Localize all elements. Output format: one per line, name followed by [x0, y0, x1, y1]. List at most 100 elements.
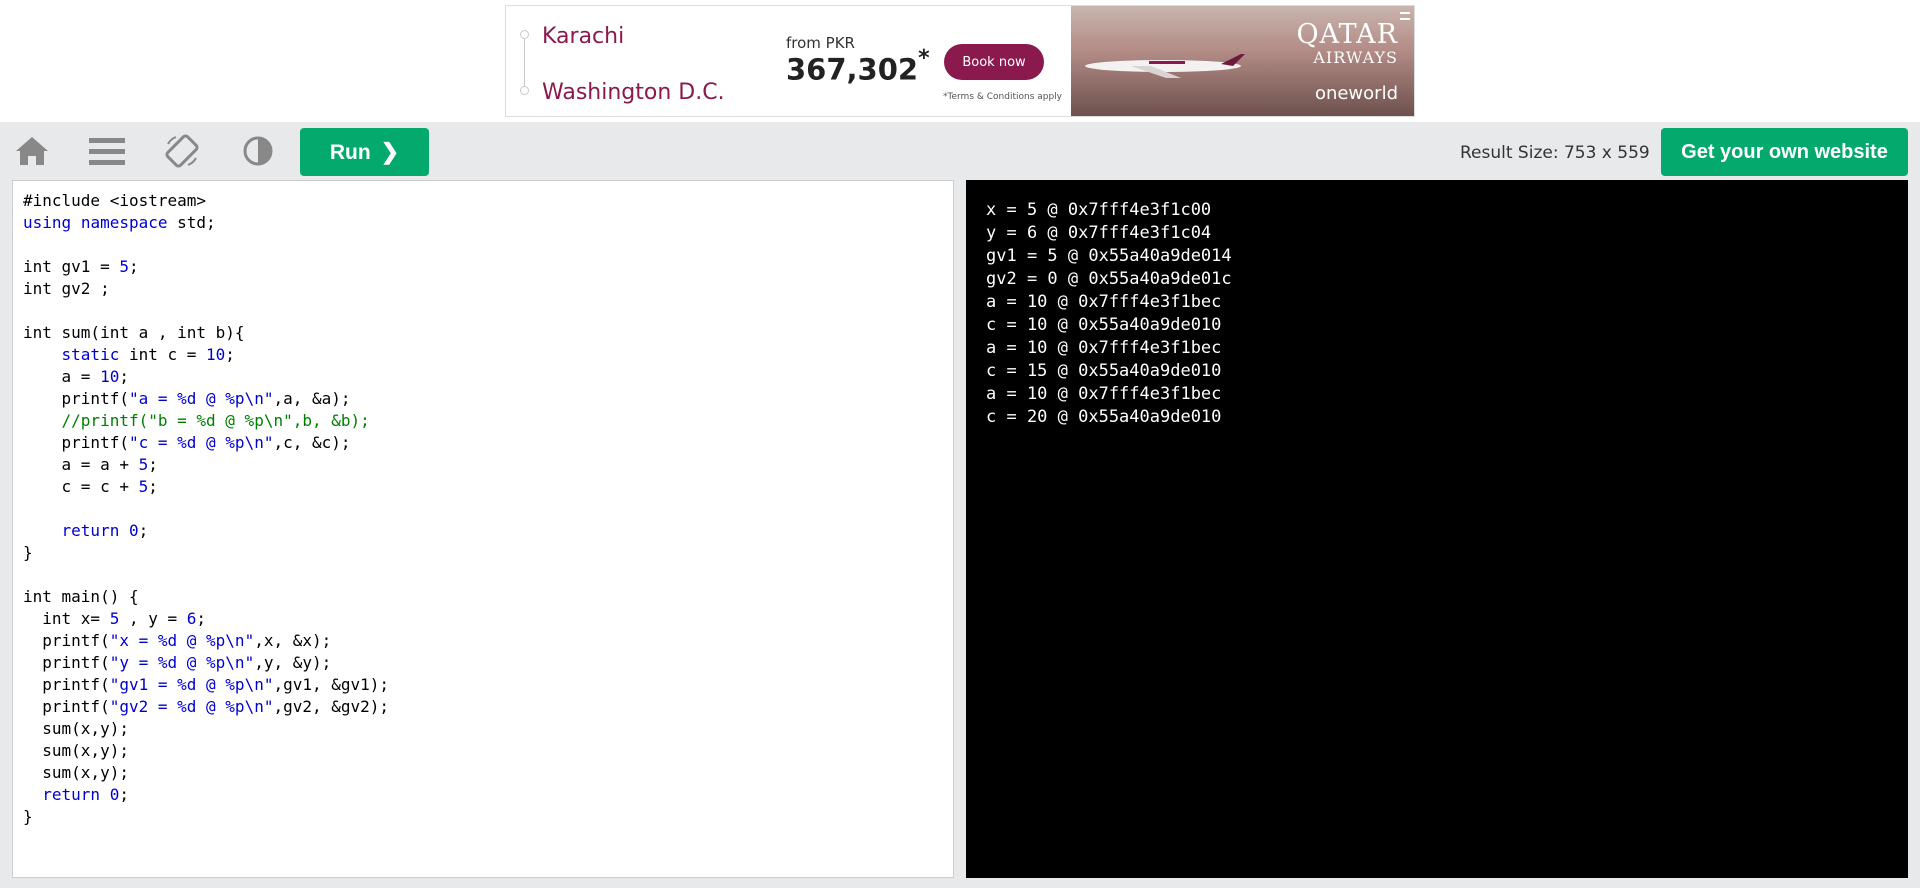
ad-destination: Washington D.C. — [542, 80, 725, 105]
ad-banner[interactable]: Karachi Washington D.C. from PKR 367,302… — [505, 5, 1415, 117]
code-token: ,y, &y); — [254, 653, 332, 672]
code-line: printf("y = %d @ %p\n",y, &y); — [23, 652, 943, 674]
code-token: ,gv1, &gv1); — [273, 675, 390, 694]
code-token: } — [23, 807, 33, 826]
code-token: return — [42, 785, 101, 804]
code-line: printf("gv2 = %d @ %p\n",gv2, &gv2); — [23, 696, 943, 718]
ad-route: Karachi Washington D.C. — [520, 16, 740, 106]
code-token: 0 — [109, 785, 120, 804]
ad-terms: *Terms & Conditions apply — [943, 92, 1063, 102]
code-token: printf( — [23, 631, 110, 650]
code-token: int x= — [23, 609, 110, 628]
code-token: a = — [23, 367, 101, 386]
code-line: ​ — [23, 498, 943, 520]
code-token: 0 — [128, 521, 139, 540]
code-token: int c = — [119, 345, 207, 364]
code-line: ​ — [23, 300, 943, 322]
code-line: a = 10; — [23, 366, 943, 388]
home-icon[interactable] — [14, 134, 50, 168]
get-website-button[interactable]: Get your own website — [1661, 128, 1908, 176]
code-line: ​ — [23, 564, 943, 586]
code-token: ,c, &c); — [273, 433, 351, 452]
code-token: } — [23, 543, 33, 562]
code-token: "gv2 = %d @ %p\n" — [109, 697, 274, 716]
code-token: ; — [196, 609, 207, 628]
output-line: a = 10 @ 0x7fff4e3f1bec — [986, 292, 1222, 312]
ad-image: QATAR AIRWAYS oneworld — [1071, 6, 1414, 116]
run-label: Run — [329, 141, 371, 164]
ad-book-button[interactable]: Book now — [944, 44, 1044, 80]
code-token: printf( — [23, 675, 110, 694]
output-line: gv2 = 0 @ 0x55a40a9de01c — [986, 269, 1232, 289]
output-line: a = 10 @ 0x7fff4e3f1bec — [986, 338, 1222, 358]
code-line: using namespace std; — [23, 212, 943, 234]
code-token: printf( — [23, 389, 129, 408]
main-area: #include <iostream> using namespace std; ​… — [0, 180, 1920, 888]
code-token: printf( — [23, 433, 129, 452]
code-token: return — [61, 521, 120, 540]
output-line: x = 5 @ 0x7fff4e3f1c00 — [986, 200, 1212, 220]
code-token: namespace — [80, 213, 168, 232]
code-line: int sum(int a , int b){ — [23, 322, 943, 344]
route-line — [524, 34, 525, 90]
code-token: 10 — [100, 367, 120, 386]
chevron-right-icon: ❯ — [380, 139, 400, 164]
code-text[interactable]: #include <iostream> using namespace std; ​… — [23, 190, 943, 828]
code-token: int main() { — [23, 587, 139, 606]
code-line: #include <iostream> — [23, 190, 943, 212]
code-token: std; — [167, 213, 216, 232]
code-token: ,gv2, &gv2); — [273, 697, 390, 716]
ad-price-value: 367,302 — [786, 52, 919, 87]
code-line: return 0; — [23, 520, 943, 542]
ad-alliance: oneworld — [1314, 83, 1398, 104]
code-token: using — [23, 213, 72, 232]
code-token: static — [61, 345, 120, 364]
code-token: printf( — [23, 697, 110, 716]
code-token: printf( — [23, 653, 110, 672]
code-editor[interactable]: #include <iostream> using namespace std; ​… — [12, 180, 954, 878]
code-token: #include <iostream> — [23, 191, 207, 210]
code-line: //printf("b = %d @ %p\n",b, &b); — [23, 410, 943, 432]
code-token: 6 — [186, 609, 197, 628]
code-token: c = c + — [23, 477, 139, 496]
ad-area: Karachi Washington D.C. from PKR 367,302… — [0, 0, 1920, 122]
contrast-icon[interactable] — [240, 134, 276, 168]
code-line: return 0; — [23, 784, 943, 806]
ad-options-icon[interactable] — [1400, 12, 1410, 20]
result-size: Result Size: 753 x 559 — [1460, 143, 1650, 163]
route-destination-dot — [520, 86, 529, 95]
code-token: 5 — [138, 477, 149, 496]
menu-icon[interactable] — [89, 134, 125, 168]
run-button[interactable]: Run ❯ — [300, 128, 429, 176]
output-text: x = 5 @ 0x7fff4e3f1c00 y = 6 @ 0x7fff4e3f… — [986, 199, 1888, 429]
airplane-icon — [1085, 54, 1245, 78]
code-line: } — [23, 806, 943, 828]
code-token: ; — [138, 521, 149, 540]
code-token: "a = %d @ %p\n" — [128, 389, 274, 408]
code-token: ,a, &a); — [273, 389, 351, 408]
code-token: , y = — [119, 609, 187, 628]
code-token: int gv2 ; — [23, 279, 110, 298]
code-line: } — [23, 542, 943, 564]
code-token: //printf("b = %d @ %p\n",b, &b); — [61, 411, 370, 430]
ad-brand-line1: QATAR — [1296, 19, 1398, 50]
code-line: printf("a = %d @ %p\n",a, &a); — [23, 388, 943, 410]
code-token: 10 — [206, 345, 226, 364]
code-token: int gv1 = — [23, 257, 120, 276]
output-line: y = 6 @ 0x7fff4e3f1c04 — [986, 223, 1212, 243]
code-token: "gv1 = %d @ %p\n" — [109, 675, 274, 694]
code-token: "y = %d @ %p\n" — [109, 653, 255, 672]
code-token: 5 — [109, 609, 120, 628]
ad-brand-logo: QATAR AIRWAYS — [1296, 19, 1398, 67]
code-token: 5 — [119, 257, 129, 276]
output-line: c = 20 @ 0x55a40a9de010 — [986, 407, 1222, 427]
code-line: int x= 5 , y = 6; — [23, 608, 943, 630]
output-line: gv1 = 5 @ 0x55a40a9de014 — [986, 246, 1232, 266]
route-origin-dot — [520, 30, 529, 39]
rotate-icon[interactable] — [164, 134, 200, 168]
